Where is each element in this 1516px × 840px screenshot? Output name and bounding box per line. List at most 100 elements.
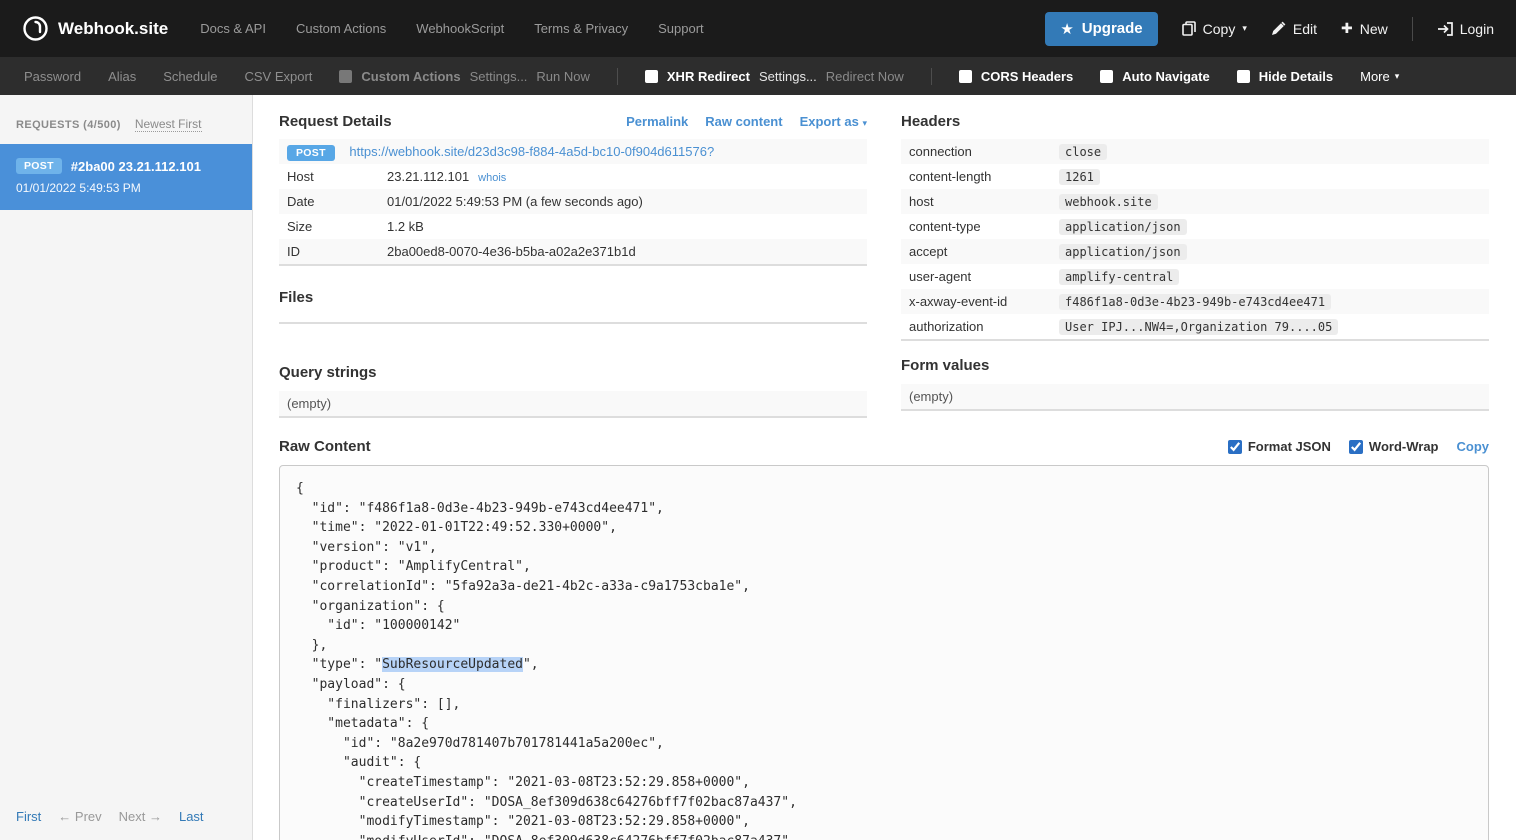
size-row: Size 1.2 kB	[279, 214, 867, 239]
code-line: "id": "8a2e970d781407b701781441a5a200ec"…	[296, 734, 1472, 754]
hide-details-checkbox[interactable]	[1237, 70, 1250, 83]
toolbar-schedule[interactable]: Schedule	[163, 69, 217, 84]
toolbar-csv-export[interactable]: CSV Export	[244, 69, 312, 84]
header-row: x-axway-event-idf486f1a8-0d3e-4b23-949b-…	[901, 289, 1489, 314]
more-menu[interactable]: More ▾	[1360, 69, 1399, 84]
word-wrap-toggle[interactable]: Word-Wrap	[1349, 439, 1439, 454]
id-row: ID 2ba00ed8-0070-4e36-b5ba-a02a2e371b1d	[279, 239, 867, 265]
request-list-item-selected[interactable]: POST #2ba00 23.21.112.101 01/01/2022 5:4…	[0, 144, 252, 210]
nav-webhookscript[interactable]: WebhookScript	[416, 21, 504, 36]
copy-raw-content-link[interactable]: Copy	[1457, 439, 1490, 454]
code-line: {	[296, 479, 1472, 499]
query-strings-table: (empty)	[279, 391, 867, 418]
sidebar-pagination: First ← Prev Next → Last	[0, 795, 252, 840]
format-json-checkbox[interactable]	[1228, 440, 1242, 454]
xhr-redirect-checkbox[interactable]	[645, 70, 658, 83]
date-value: 01/01/2022 5:49:53 PM (a few seconds ago…	[379, 189, 867, 214]
selected-text: SubResourceUpdated	[382, 657, 523, 672]
method-badge: POST	[287, 145, 335, 161]
copy-menu[interactable]: Copy ▾	[1182, 21, 1247, 37]
code-line: },	[296, 636, 1472, 656]
raw-content-title: Raw Content	[279, 438, 371, 455]
pagination-first[interactable]: First	[16, 809, 41, 824]
code-line: "createUserId": "DOSA_8ef309d638c64276bf…	[296, 793, 1472, 813]
request-details-section: Request Details Permalink Raw content Ex…	[279, 113, 867, 418]
xhr-redirect-now[interactable]: Redirect Now	[826, 69, 904, 84]
whois-link[interactable]: whois	[478, 172, 506, 184]
code-line: "organization": {	[296, 597, 1472, 617]
code-line: "version": "v1",	[296, 538, 1472, 558]
word-wrap-checkbox[interactable]	[1349, 440, 1363, 454]
toolbar-password[interactable]: Password	[24, 69, 81, 84]
nav-custom-actions[interactable]: Custom Actions	[296, 21, 386, 36]
request-timestamp: 01/01/2022 5:49:53 PM	[16, 181, 236, 195]
files-title: Files	[279, 289, 867, 306]
auto-navigate-toggle[interactable]: Auto Navigate	[1100, 69, 1209, 84]
date-row: Date 01/01/2022 5:49:53 PM (a few second…	[279, 189, 867, 214]
brand[interactable]: Webhook.site	[22, 15, 168, 42]
sidebar-header: REQUESTS (4/500) Newest First	[0, 95, 252, 144]
cors-headers-checkbox[interactable]	[959, 70, 972, 83]
empty-value: (empty)	[901, 384, 1489, 410]
form-values-table: (empty)	[901, 384, 1489, 411]
code-line: "time": "2022-01-01T22:49:52.330+0000",	[296, 518, 1472, 538]
raw-content-header: Raw Content Format JSON Word-Wrap Copy	[279, 438, 1489, 455]
header-row: connectionclose	[901, 139, 1489, 164]
format-json-toggle[interactable]: Format JSON	[1228, 439, 1331, 454]
headers-table: connectionclose content-length1261 hostw…	[901, 139, 1489, 341]
headers-title: Headers	[901, 113, 960, 130]
cors-headers-toggle[interactable]: CORS Headers	[959, 69, 1073, 84]
raw-content-link[interactable]: Raw content	[705, 114, 782, 129]
custom-actions-run-now[interactable]: Run Now	[536, 69, 589, 84]
xhr-redirect-settings[interactable]: Settings...	[759, 69, 817, 84]
host-value: 23.21.112.101	[387, 169, 469, 184]
request-details-title: Request Details	[279, 113, 392, 130]
code-line: "metadata": {	[296, 714, 1472, 734]
pagination-prev[interactable]: ← Prev	[58, 809, 101, 824]
sort-toggle[interactable]: Newest First	[135, 117, 202, 132]
brand-label: Webhook.site	[58, 19, 168, 39]
hide-details-toggle[interactable]: Hide Details	[1237, 69, 1333, 84]
row-label: Date	[279, 189, 379, 214]
headers-section: Headers connectionclose content-length12…	[901, 113, 1489, 418]
navbar-divider	[1412, 17, 1413, 41]
auto-navigate-checkbox[interactable]	[1100, 70, 1113, 83]
custom-actions-checkbox[interactable]	[339, 70, 352, 83]
empty-value: (empty)	[279, 391, 867, 417]
star-icon: ★	[1060, 20, 1073, 38]
header-value: amplify-central	[1059, 269, 1179, 285]
code-line: "finalizers": [],	[296, 695, 1472, 715]
files-empty-area	[279, 316, 867, 324]
toolbar-alias[interactable]: Alias	[108, 69, 136, 84]
header-value: User IPJ...NW4=,Organization 79....05	[1059, 319, 1338, 335]
pagination-next[interactable]: Next →	[119, 809, 162, 824]
main-panel: Request Details Permalink Raw content Ex…	[253, 95, 1516, 840]
xhr-redirect-label: XHR Redirect	[667, 69, 750, 84]
request-url-link[interactable]: https://webhook.site/d23d3c98-f884-4a5d-…	[349, 144, 714, 159]
pagination-last[interactable]: Last	[179, 809, 204, 824]
custom-actions-settings[interactable]: Settings...	[470, 69, 528, 84]
copy-icon	[1182, 21, 1196, 36]
permalink-link[interactable]: Permalink	[626, 114, 688, 129]
header-value: 1261	[1059, 169, 1100, 185]
main-nav: Docs & API Custom Actions WebhookScript …	[200, 21, 703, 36]
export-as-menu[interactable]: Export as ▾	[800, 114, 867, 129]
navbar-actions: ★ Upgrade Copy ▾ Edit ✚ New Login	[1045, 12, 1494, 46]
request-details-table: POST https://webhook.site/d23d3c98-f884-…	[279, 139, 867, 266]
upgrade-button[interactable]: ★ Upgrade	[1045, 12, 1157, 46]
nav-support[interactable]: Support	[658, 21, 704, 36]
nav-docs-api[interactable]: Docs & API	[200, 21, 266, 36]
host-row: Host 23.21.112.101whois	[279, 164, 867, 189]
edit-icon	[1271, 21, 1286, 36]
logo-icon	[22, 15, 49, 42]
hide-details-label: Hide Details	[1259, 69, 1333, 84]
new-button[interactable]: ✚ New	[1341, 20, 1388, 37]
request-toolbar: Password Alias Schedule CSV Export Custo…	[0, 57, 1516, 95]
empty-row: (empty)	[279, 391, 867, 417]
request-list: POST #2ba00 23.21.112.101 01/01/2022 5:4…	[0, 144, 252, 795]
header-row: content-length1261	[901, 164, 1489, 189]
edit-button[interactable]: Edit	[1271, 21, 1317, 37]
nav-terms-privacy[interactable]: Terms & Privacy	[534, 21, 628, 36]
login-button[interactable]: Login	[1437, 21, 1494, 37]
header-row: user-agentamplify-central	[901, 264, 1489, 289]
